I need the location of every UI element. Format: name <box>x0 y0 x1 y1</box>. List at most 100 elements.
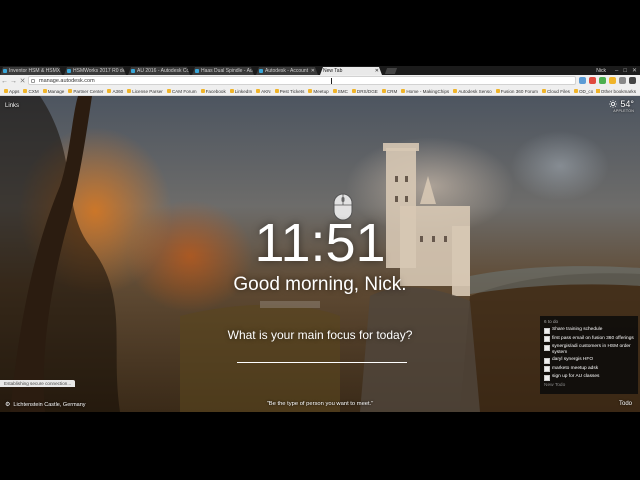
back-arrow-icon[interactable]: ← <box>0 77 9 86</box>
bookmark-label: AKN <box>261 88 271 94</box>
todo-checkbox[interactable] <box>544 374 550 381</box>
menu-icon[interactable] <box>629 77 636 84</box>
links-button[interactable]: Links <box>5 103 19 109</box>
bookmark-item[interactable]: DRS/DGE <box>351 88 378 94</box>
todo-checkbox[interactable] <box>544 357 550 364</box>
tab-au-2016[interactable]: AU 2016 - Autodesk Co✕ <box>128 67 190 75</box>
autodesk-favicon <box>67 69 71 73</box>
bookmark-item[interactable]: Fusion 360 Forum <box>495 88 538 94</box>
new-todo-input[interactable]: New Todo <box>544 383 634 388</box>
autodesk-favicon <box>259 69 263 73</box>
bookmark-item[interactable]: Apps <box>4 89 19 94</box>
bookmark-icon <box>381 89 386 93</box>
extension-icon[interactable] <box>619 77 626 84</box>
autodesk-favicon <box>131 69 135 73</box>
todo-list: Share training schedule first pass email … <box>544 327 634 381</box>
tab-close-icon[interactable]: ✕ <box>311 67 315 75</box>
bookmark-label: SMC <box>337 88 348 94</box>
page-info-icon[interactable] <box>31 79 35 83</box>
other-bookmarks[interactable]: Other bookmarks <box>592 87 636 95</box>
bookmark-item[interactable]: Manage <box>42 88 65 94</box>
other-bookmarks-label: Other bookmarks <box>600 88 636 94</box>
bookmark-item[interactable]: LinkedIn <box>229 89 252 94</box>
bookmark-icon <box>229 89 234 93</box>
bookmark-label: Manage <box>47 88 65 94</box>
bookmark-item[interactable]: Cloud Files <box>541 89 570 94</box>
bookmark-label: A360 <box>112 88 124 94</box>
tab-strip: Inventor HSM & HSMX✕ HSMWorks 2017 R0 de… <box>0 66 640 75</box>
bookmark-item[interactable]: Pest Tickets <box>274 89 304 94</box>
todo-text: marketo meetup adsk <box>552 365 599 371</box>
todo-item[interactable]: Share training schedule <box>544 327 634 334</box>
bookmarks-bar: Apps CXM Manage Partner Center A360 License P… <box>0 87 640 96</box>
bookmark-icon <box>42 89 47 93</box>
todo-checkbox[interactable] <box>544 327 550 334</box>
close-window-icon[interactable]: ✕ <box>632 67 637 74</box>
todo-text: daryl synergis HFO <box>552 357 594 362</box>
todo-item[interactable]: synergis/adi customers in HSM order syst… <box>544 344 634 355</box>
bookmark-item[interactable]: CAM Forum <box>166 89 197 94</box>
tab-haas[interactable]: Haas Dual Spindle - Au✕ <box>192 67 254 75</box>
bookmark-item[interactable]: Facebook <box>200 88 226 94</box>
bookmark-item[interactable]: AKN <box>256 88 271 94</box>
sun-icon <box>609 100 618 108</box>
bookmark-label: Autodesk Senso <box>458 88 492 94</box>
forward-arrow-icon[interactable]: → <box>9 77 18 86</box>
todo-checkbox[interactable] <box>544 336 550 342</box>
folder-icon <box>595 89 600 93</box>
clock-time: 11:51 <box>254 213 386 273</box>
bookmark-icon <box>495 89 500 93</box>
profile-name[interactable]: Nick <box>596 68 606 74</box>
bookmark-label: Facebook <box>205 88 226 94</box>
bookmark-item[interactable]: SMC <box>332 88 348 94</box>
tab-label: Haas Dual Spindle - Au <box>201 68 253 74</box>
bookmark-icon <box>23 89 28 93</box>
bookmark-label: DRS/DGE <box>356 88 378 94</box>
bookmark-label: Fusion 360 Forum <box>500 88 538 94</box>
extension-icon[interactable] <box>599 77 606 84</box>
todo-toggle-button[interactable]: Todo <box>619 401 632 407</box>
apps-icon <box>4 89 8 93</box>
autodesk-favicon <box>195 69 199 73</box>
weather-widget[interactable]: 54° APPLETON <box>609 99 634 113</box>
bookmark-label: CXM <box>28 88 39 94</box>
bookmark-item[interactable]: License Parser <box>127 89 163 94</box>
address-bar[interactable]: manage.autodesk.com <box>28 76 576 85</box>
address-text: manage.autodesk.com <box>39 78 95 84</box>
bookmark-icon <box>107 89 112 93</box>
extension-icon[interactable] <box>579 77 586 84</box>
bookmark-item[interactable]: A360 <box>107 89 123 94</box>
mouse-cursor-icon <box>331 78 332 84</box>
tab-label: Inventor HSM & HSMX <box>9 68 61 74</box>
bookmark-item[interactable]: Autodesk Senso <box>453 88 492 94</box>
greeting-text: Good morning, Nick. <box>233 274 407 295</box>
stop-loading-icon[interactable]: ✕ <box>18 77 27 86</box>
bookmark-item[interactable]: Meetup <box>308 89 329 94</box>
extension-icon[interactable] <box>589 77 596 84</box>
todo-item[interactable]: sign up for AU classes <box>544 374 634 381</box>
bookmark-item[interactable]: CRM <box>381 89 397 94</box>
bookmark-item[interactable]: Home - MakingChips <box>401 89 449 94</box>
todo-panel: 6 to do Share training schedule first pas… <box>540 316 638 394</box>
todo-checkbox[interactable] <box>544 366 550 372</box>
todo-item[interactable]: marketo meetup adsk <box>544 365 634 372</box>
focus-input[interactable] <box>237 350 407 363</box>
bookmark-icon <box>256 89 261 93</box>
todo-count: 6 to do <box>544 319 559 324</box>
tab-hsmworks[interactable]: HSMWorks 2017 R0 de✕ <box>64 67 126 75</box>
bookmark-icon <box>573 89 578 93</box>
todo-item[interactable]: daryl synergis HFO <box>544 357 634 364</box>
extension-icon[interactable] <box>609 77 616 84</box>
tab-inventor-hsm[interactable]: Inventor HSM & HSMX✕ <box>0 67 62 75</box>
tab-autodesk-account[interactable]: Autodesk - Account ✕ <box>256 67 318 75</box>
maximize-icon[interactable]: □ <box>623 68 627 74</box>
minimize-icon[interactable]: – <box>615 68 618 74</box>
todo-checkbox[interactable] <box>544 344 550 351</box>
tab-close-icon[interactable]: ✕ <box>375 67 379 75</box>
todo-item[interactable]: first pass email on fusion 360 offerings <box>544 336 634 342</box>
bookmark-item[interactable]: CXM <box>23 88 39 94</box>
new-tab-button[interactable] <box>384 68 398 74</box>
tab-label: AU 2016 - Autodesk Co <box>137 68 190 74</box>
tab-new-tab[interactable]: New Tab ✕ <box>320 67 382 75</box>
bookmark-item[interactable]: Partner Center <box>68 89 103 94</box>
